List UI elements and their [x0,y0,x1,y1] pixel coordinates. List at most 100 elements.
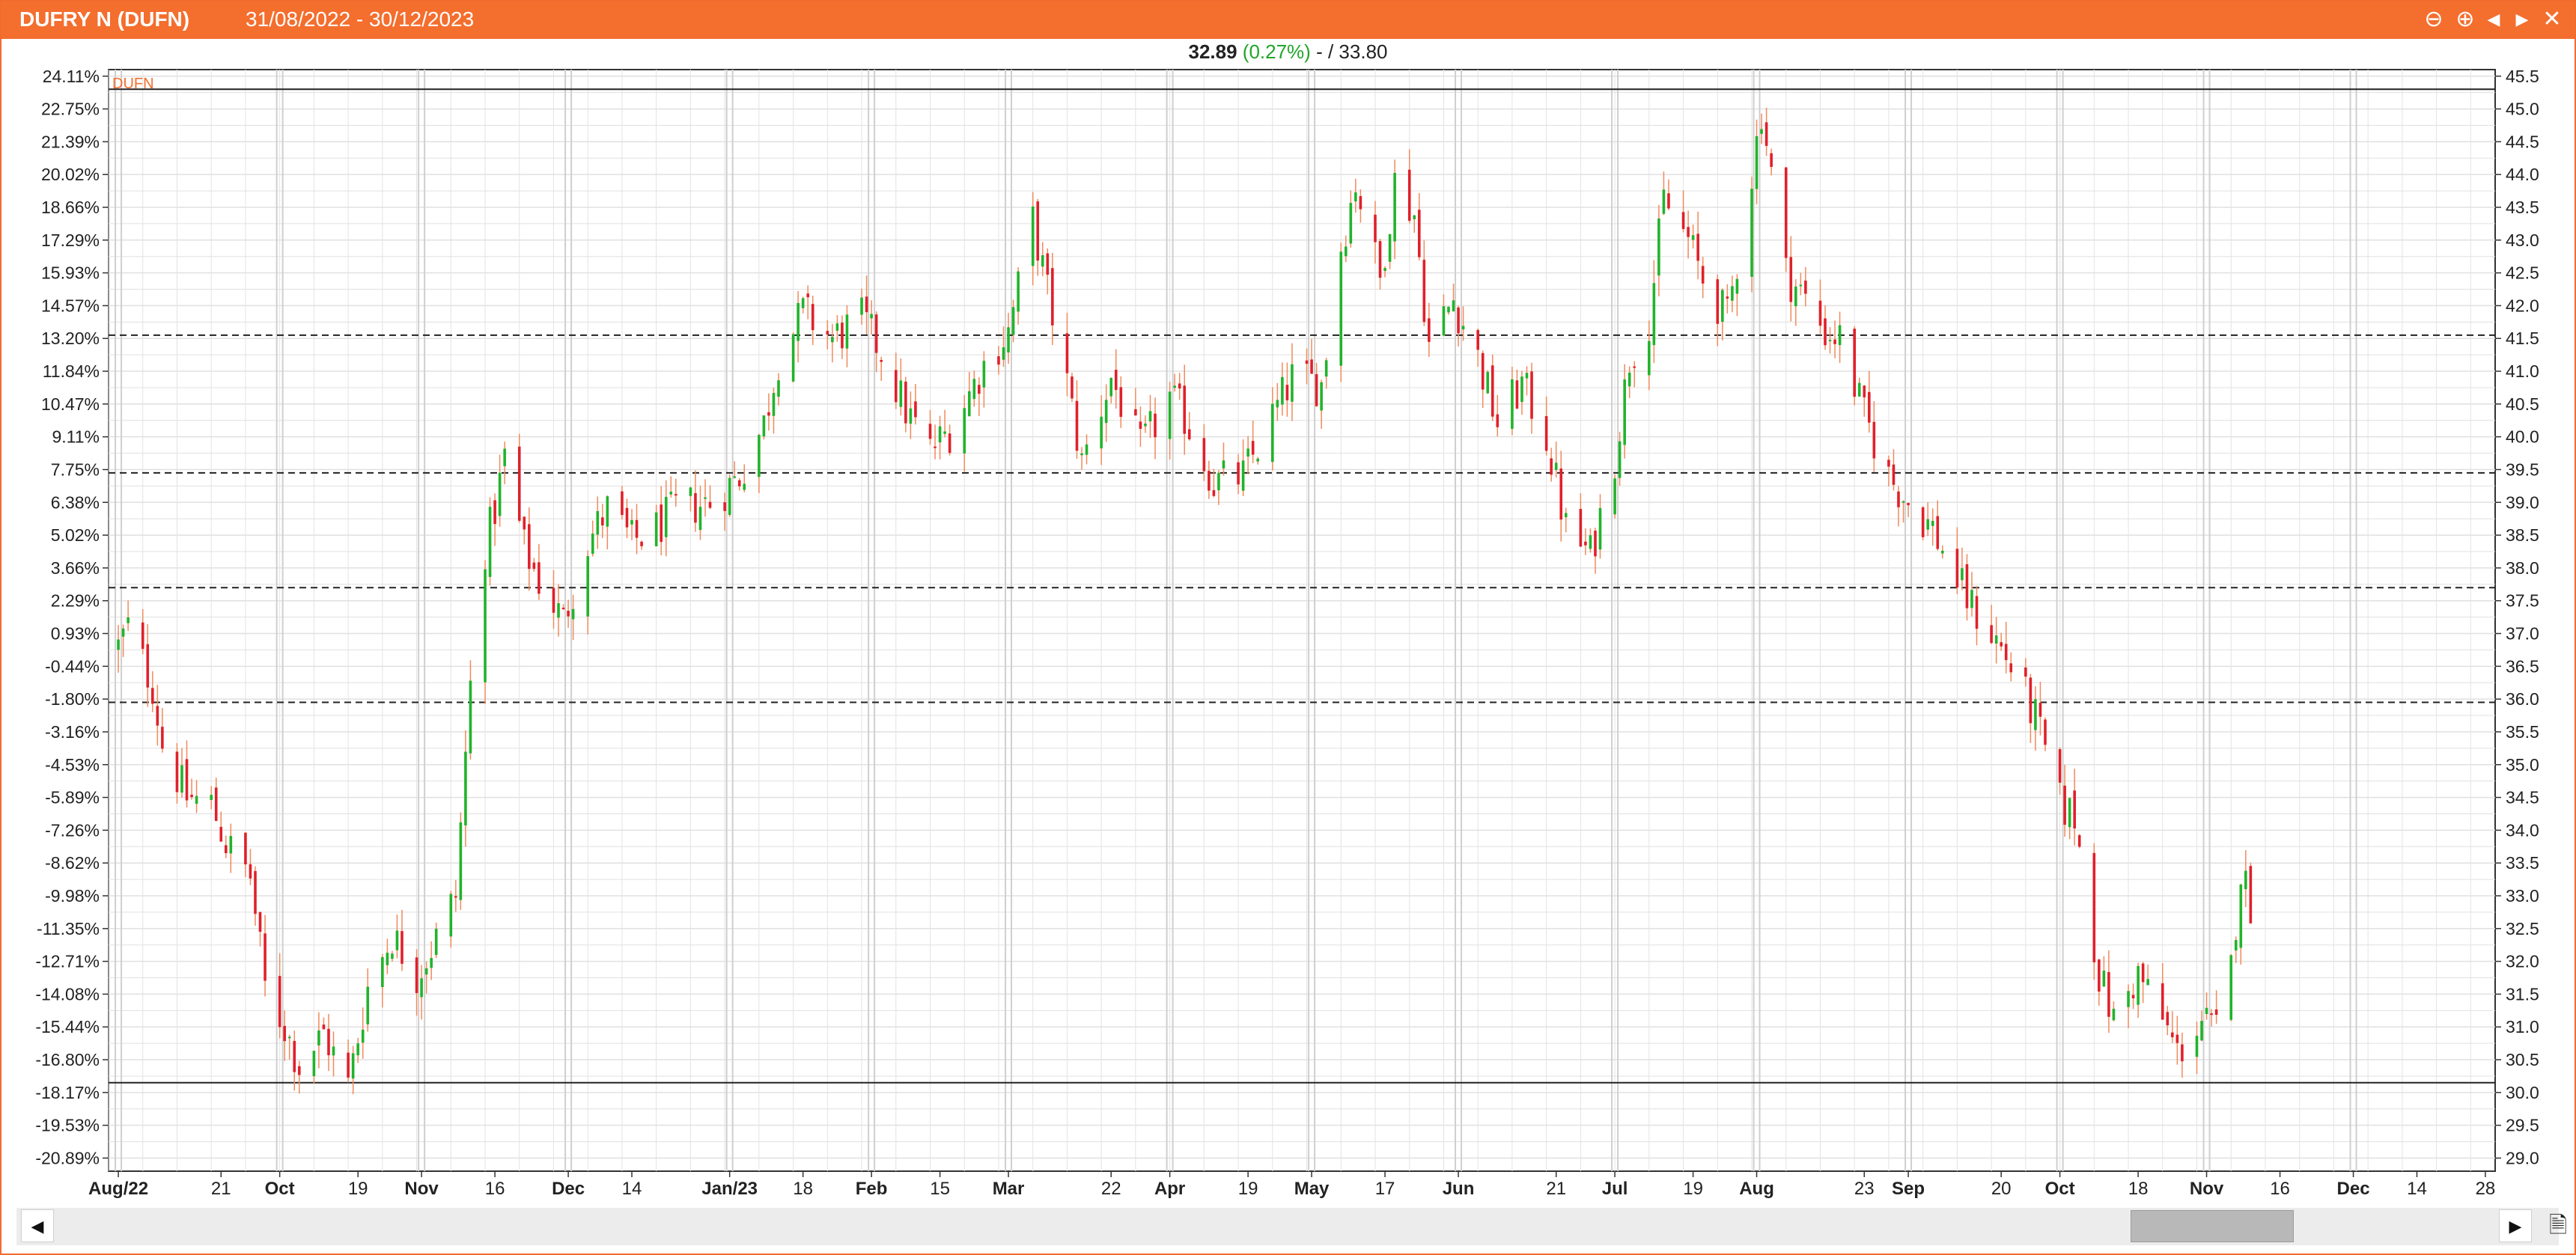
candle-body [254,870,257,914]
candle-body [1901,501,1905,503]
candle-body [185,759,189,801]
candle-body [1667,193,1670,209]
y-tick-label-left: -11.35% [37,919,100,938]
y-tick-label-right: 44.5 [2506,132,2539,151]
candle-body [1075,400,1079,451]
y-tick-label-right: 36.5 [2506,656,2539,676]
candle-body [1359,196,1362,210]
candle-body [2244,870,2247,890]
candle-body [1168,391,1172,439]
candle-body [2200,1021,2203,1041]
y-tick-label-left: 10.47% [41,394,100,414]
candle-body [777,380,780,397]
candle-body [391,953,394,959]
candle-body [2077,835,2081,847]
candle-body [669,492,673,495]
x-tick-label: 14 [622,1179,642,1199]
candle-body [1598,507,1602,550]
candle-body [552,587,555,613]
y-tick-label-right: 35.0 [2506,755,2539,775]
candle-body [698,507,702,531]
candle-body [601,517,604,526]
candle-body [967,391,971,417]
candle-body [1246,448,1249,457]
candle-body [523,516,526,530]
y-tick-label-right: 38.5 [2506,525,2539,545]
scrollbar-thumb[interactable] [2131,1210,2294,1242]
candle-body [694,492,697,523]
candle-body [874,314,878,353]
candlestick-chart[interactable]: 29.0 29.5 30.0 30.5 31.0 31.5 32.0 32.5 33.0 33.5… [1,1,2575,1206]
candle-body [571,608,575,620]
candle-body [1491,365,1494,417]
candle-body [1486,371,1490,394]
candle-body [1990,625,1993,644]
y-tick-label-right: 34.5 [2506,788,2539,807]
candle-body [943,431,946,434]
candle-body [1271,403,1274,462]
candle-body [127,617,130,623]
candle-body [430,958,433,968]
y-tick-label-left: 9.11% [52,427,100,447]
candle-body [493,500,496,525]
document-icon[interactable]: 🗎 [2543,1209,2573,1242]
candle-body [386,953,389,965]
candle-body [660,504,663,543]
y-tick-label-left: 11.84% [43,361,100,381]
candle-body [1476,329,1479,350]
candle-body [180,765,183,793]
candle-body [1251,441,1255,455]
candle-body [978,385,981,394]
candle-body [2098,959,2101,992]
candle-body [870,314,873,319]
candle-body [1085,444,1088,455]
candle-body [156,706,159,726]
candle-body [214,787,218,821]
x-tick-label: 17 [1375,1179,1395,1199]
x-tick-label: Dec [552,1179,585,1199]
candle-body [1383,268,1386,272]
candle-body [1838,325,1842,346]
x-tick-label: 21 [211,1179,231,1199]
candle-body [2009,663,2013,673]
candle-body [1961,568,1964,581]
candle-body [1936,516,1940,549]
scroll-left-icon[interactable]: ◀ [21,1209,54,1242]
scroll-right-icon[interactable]: ▶ [2499,1209,2532,1242]
candle-body [1080,453,1083,456]
candle-body [2210,1013,2213,1016]
y-tick-label-right: 33.5 [2506,853,2539,873]
candle-body [723,502,726,511]
candle-body [2195,1036,2199,1057]
x-tick-label: 28 [2476,1179,2496,1199]
candle-body [366,986,370,1025]
candle-body [1173,385,1176,388]
candle-body [1183,385,1187,434]
candle-body [586,556,590,617]
x-tick-label: Apr [1154,1179,1185,1199]
candle-body [606,496,609,527]
candle-body [831,337,834,343]
candle-body [733,476,736,478]
y-tick-label-left: -20.89% [35,1148,100,1167]
candle-body [904,381,907,424]
candle-body [1515,380,1519,409]
y-tick-label-right: 31.0 [2506,1017,2539,1036]
candle-body [675,494,678,496]
candle-body [2000,642,2003,647]
y-tick-label-right: 32.5 [2506,919,2539,938]
x-tick-label: 19 [348,1179,368,1199]
y-tick-label-left: -9.98% [45,886,100,906]
candle-body [1276,400,1279,408]
candle-body [914,401,917,418]
candle-body [1100,416,1103,449]
y-tick-label-left: -12.71% [35,952,100,971]
y-tick-label-right: 40.5 [2506,394,2539,414]
y-tick-label-right: 45.5 [2506,67,2539,86]
y-tick-label-left: -14.08% [35,984,100,1004]
candle-body [484,569,487,683]
candle-body [997,356,1000,365]
candle-body [2205,1007,2208,1014]
y-tick-label-left: -8.62% [45,853,100,873]
candle-body [2029,677,2033,724]
